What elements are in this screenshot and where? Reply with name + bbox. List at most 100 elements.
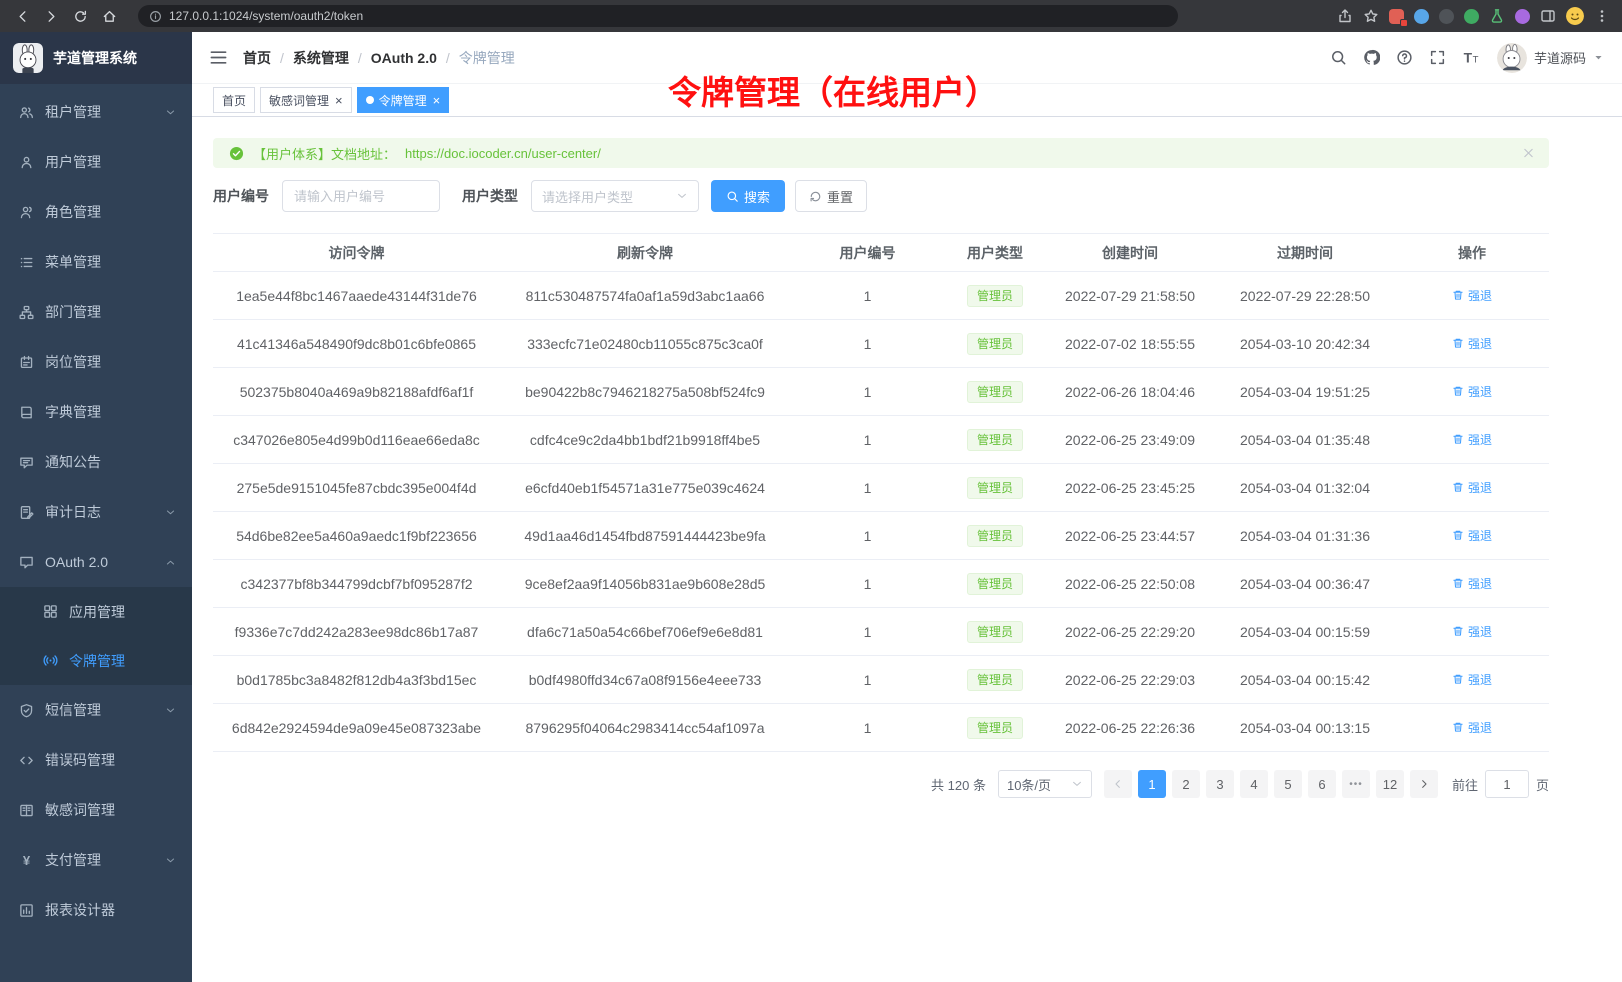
github-icon[interactable] — [1363, 49, 1380, 66]
tab-home[interactable]: 首页 — [213, 87, 255, 113]
extension-icon-red[interactable] — [1389, 9, 1404, 24]
help-icon[interactable] — [1396, 49, 1413, 66]
sidebar-item-pay[interactable]: ¥支付管理 — [0, 835, 192, 885]
token-icon — [43, 653, 58, 668]
refresh-token-cell: e6cfd40eb1f54571a31e775e039c4624 — [500, 464, 790, 512]
search-button[interactable]: 搜索 — [711, 180, 785, 212]
browser-profile-avatar[interactable] — [1566, 7, 1584, 25]
app-logo-row[interactable]: 芋道管理系统 — [0, 32, 192, 84]
user-type-select[interactable]: 请选择用户类型 — [531, 180, 699, 212]
sidebar-item-role[interactable]: 角色管理 — [0, 187, 192, 237]
extension-icon-purple[interactable] — [1515, 9, 1530, 24]
sidebar-item-post[interactable]: 岗位管理 — [0, 337, 192, 387]
breadcrumb-item[interactable]: 首页 — [243, 48, 271, 68]
pager-next-button[interactable] — [1410, 770, 1438, 798]
refresh-token-cell: 811c530487574fa0af1a59d3abc1aa66 — [500, 272, 790, 320]
sidebar-item-dict[interactable]: 字典管理 — [0, 387, 192, 437]
tab-close-icon[interactable]: × — [433, 94, 441, 107]
tab-label: 首页 — [222, 92, 246, 109]
force-logout-button[interactable]: 强退 — [1452, 431, 1492, 448]
browser-url-bar[interactable]: 127.0.0.1:1024/system/oauth2/token — [138, 5, 1178, 27]
search-icon[interactable] — [1330, 49, 1347, 66]
pager-prev-button[interactable] — [1104, 770, 1132, 798]
user-id-input[interactable] — [282, 180, 440, 212]
sidebar-item-dept[interactable]: 部门管理 — [0, 287, 192, 337]
sidebar-item-audit-log[interactable]: 审计日志 — [0, 487, 192, 537]
sidebar-item-tenant[interactable]: 租户管理 — [0, 87, 192, 137]
pager-page-3-button[interactable]: 3 — [1206, 770, 1234, 798]
doc-link[interactable]: https://doc.iocoder.cn/user-center/ — [405, 146, 601, 161]
chevron-left-icon — [1112, 778, 1124, 790]
pager-more-button[interactable]: ••• — [1342, 770, 1370, 798]
extension-icon-dark[interactable] — [1439, 9, 1454, 24]
pager: 123456•••12 — [1104, 770, 1438, 798]
alert-text: 【用户体系】文档地址： — [253, 144, 396, 163]
share-icon[interactable] — [1337, 8, 1353, 24]
user-menu[interactable]: 芋道源码 — [1497, 43, 1604, 73]
reset-button[interactable]: 重置 — [795, 180, 867, 212]
force-logout-button[interactable]: 强退 — [1452, 383, 1492, 400]
pager-page-2-button[interactable]: 2 — [1172, 770, 1200, 798]
sidebar-item-report-designer[interactable]: 报表设计器 — [0, 885, 192, 935]
sidebar-item-oauth2[interactable]: OAuth 2.0 — [0, 537, 192, 587]
pager-page-1-button[interactable]: 1 — [1138, 770, 1166, 798]
pager-page-5-button[interactable]: 5 — [1274, 770, 1302, 798]
user-type-badge: 管理员 — [967, 573, 1023, 595]
sidebar-item-sms[interactable]: 短信管理 — [0, 685, 192, 735]
force-logout-button[interactable]: 强退 — [1452, 287, 1492, 304]
table-row: 1ea5e44f8bc1467aaede43144f31de76811c5304… — [213, 272, 1549, 320]
sidebar: 芋道管理系统 租户管理用户管理角色管理菜单管理部门管理岗位管理字典管理通知公告审… — [0, 32, 192, 982]
tab-sensitive-word[interactable]: 敏感词管理× — [260, 87, 352, 113]
side-panel-icon[interactable] — [1540, 8, 1556, 24]
app-icon — [43, 604, 58, 619]
browser-home-button[interactable] — [97, 4, 122, 29]
sidebar-item-user[interactable]: 用户管理 — [0, 137, 192, 187]
username: 芋道源码 — [1534, 48, 1586, 67]
col-access-token: 访问令牌 — [213, 234, 500, 272]
flask-extension-icon[interactable] — [1489, 8, 1505, 24]
browser-reload-button[interactable] — [68, 4, 93, 29]
pager-page-12-button[interactable]: 12 — [1376, 770, 1404, 798]
user-type-cell: 管理员 — [945, 512, 1045, 560]
pager-page-6-button[interactable]: 6 — [1308, 770, 1336, 798]
delete-icon — [1452, 385, 1464, 397]
sidebar-item-oauth2-token[interactable]: 令牌管理 — [0, 636, 192, 685]
force-logout-button[interactable]: 强退 — [1452, 479, 1492, 496]
sidebar-item-sensitive-word[interactable]: 敏感词管理 — [0, 785, 192, 835]
tab-token[interactable]: 令牌管理 × — [357, 87, 450, 113]
sidebar-item-notice[interactable]: 通知公告 — [0, 437, 192, 487]
hamburger-icon[interactable] — [209, 48, 228, 67]
create-time-cell: 2022-06-25 22:29:20 — [1045, 608, 1215, 656]
alert-close-icon[interactable] — [1522, 147, 1535, 160]
force-logout-button[interactable]: 强退 — [1452, 575, 1492, 592]
browser-back-button[interactable] — [10, 4, 35, 29]
tab-close-icon[interactable]: × — [335, 94, 343, 107]
sidebar-item-error-code[interactable]: 错误码管理 — [0, 735, 192, 785]
goto-page-input[interactable] — [1485, 770, 1529, 798]
bookmark-star-icon[interactable] — [1363, 8, 1379, 24]
browser-forward-button[interactable] — [39, 4, 64, 29]
sidebar-item-oauth2-app[interactable]: 应用管理 — [0, 587, 192, 636]
extension-icon-blue[interactable] — [1414, 9, 1429, 24]
force-logout-button[interactable]: 强退 — [1452, 335, 1492, 352]
breadcrumb-item[interactable]: OAuth 2.0 — [371, 50, 437, 66]
fullscreen-icon[interactable] — [1429, 49, 1446, 66]
page-size-select[interactable]: 10条/页 — [998, 770, 1092, 798]
font-size-icon[interactable]: TT — [1462, 49, 1479, 66]
chevron-down-icon — [676, 190, 688, 202]
extension-icon-green[interactable] — [1464, 9, 1479, 24]
pager-page-4-button[interactable]: 4 — [1240, 770, 1268, 798]
breadcrumb-separator: / — [280, 50, 284, 66]
force-logout-button[interactable]: 强退 — [1452, 623, 1492, 640]
force-logout-button[interactable]: 强退 — [1452, 671, 1492, 688]
table-row: 54d6be82ee5a460a9aedc1f9bf22365649d1aa46… — [213, 512, 1549, 560]
force-logout-button[interactable]: 强退 — [1452, 719, 1492, 736]
sidebar-item-menu[interactable]: 菜单管理 — [0, 237, 192, 287]
table-row: c342377bf8b344799dcbf7bf095287f29ce8ef2a… — [213, 560, 1549, 608]
browser-menu-icon[interactable] — [1594, 8, 1610, 24]
tab-label: 令牌管理 — [379, 92, 427, 109]
breadcrumb-item[interactable]: 系统管理 — [293, 48, 349, 68]
user-type-badge: 管理员 — [967, 381, 1023, 403]
delete-icon — [1452, 577, 1464, 589]
force-logout-button[interactable]: 强退 — [1452, 527, 1492, 544]
